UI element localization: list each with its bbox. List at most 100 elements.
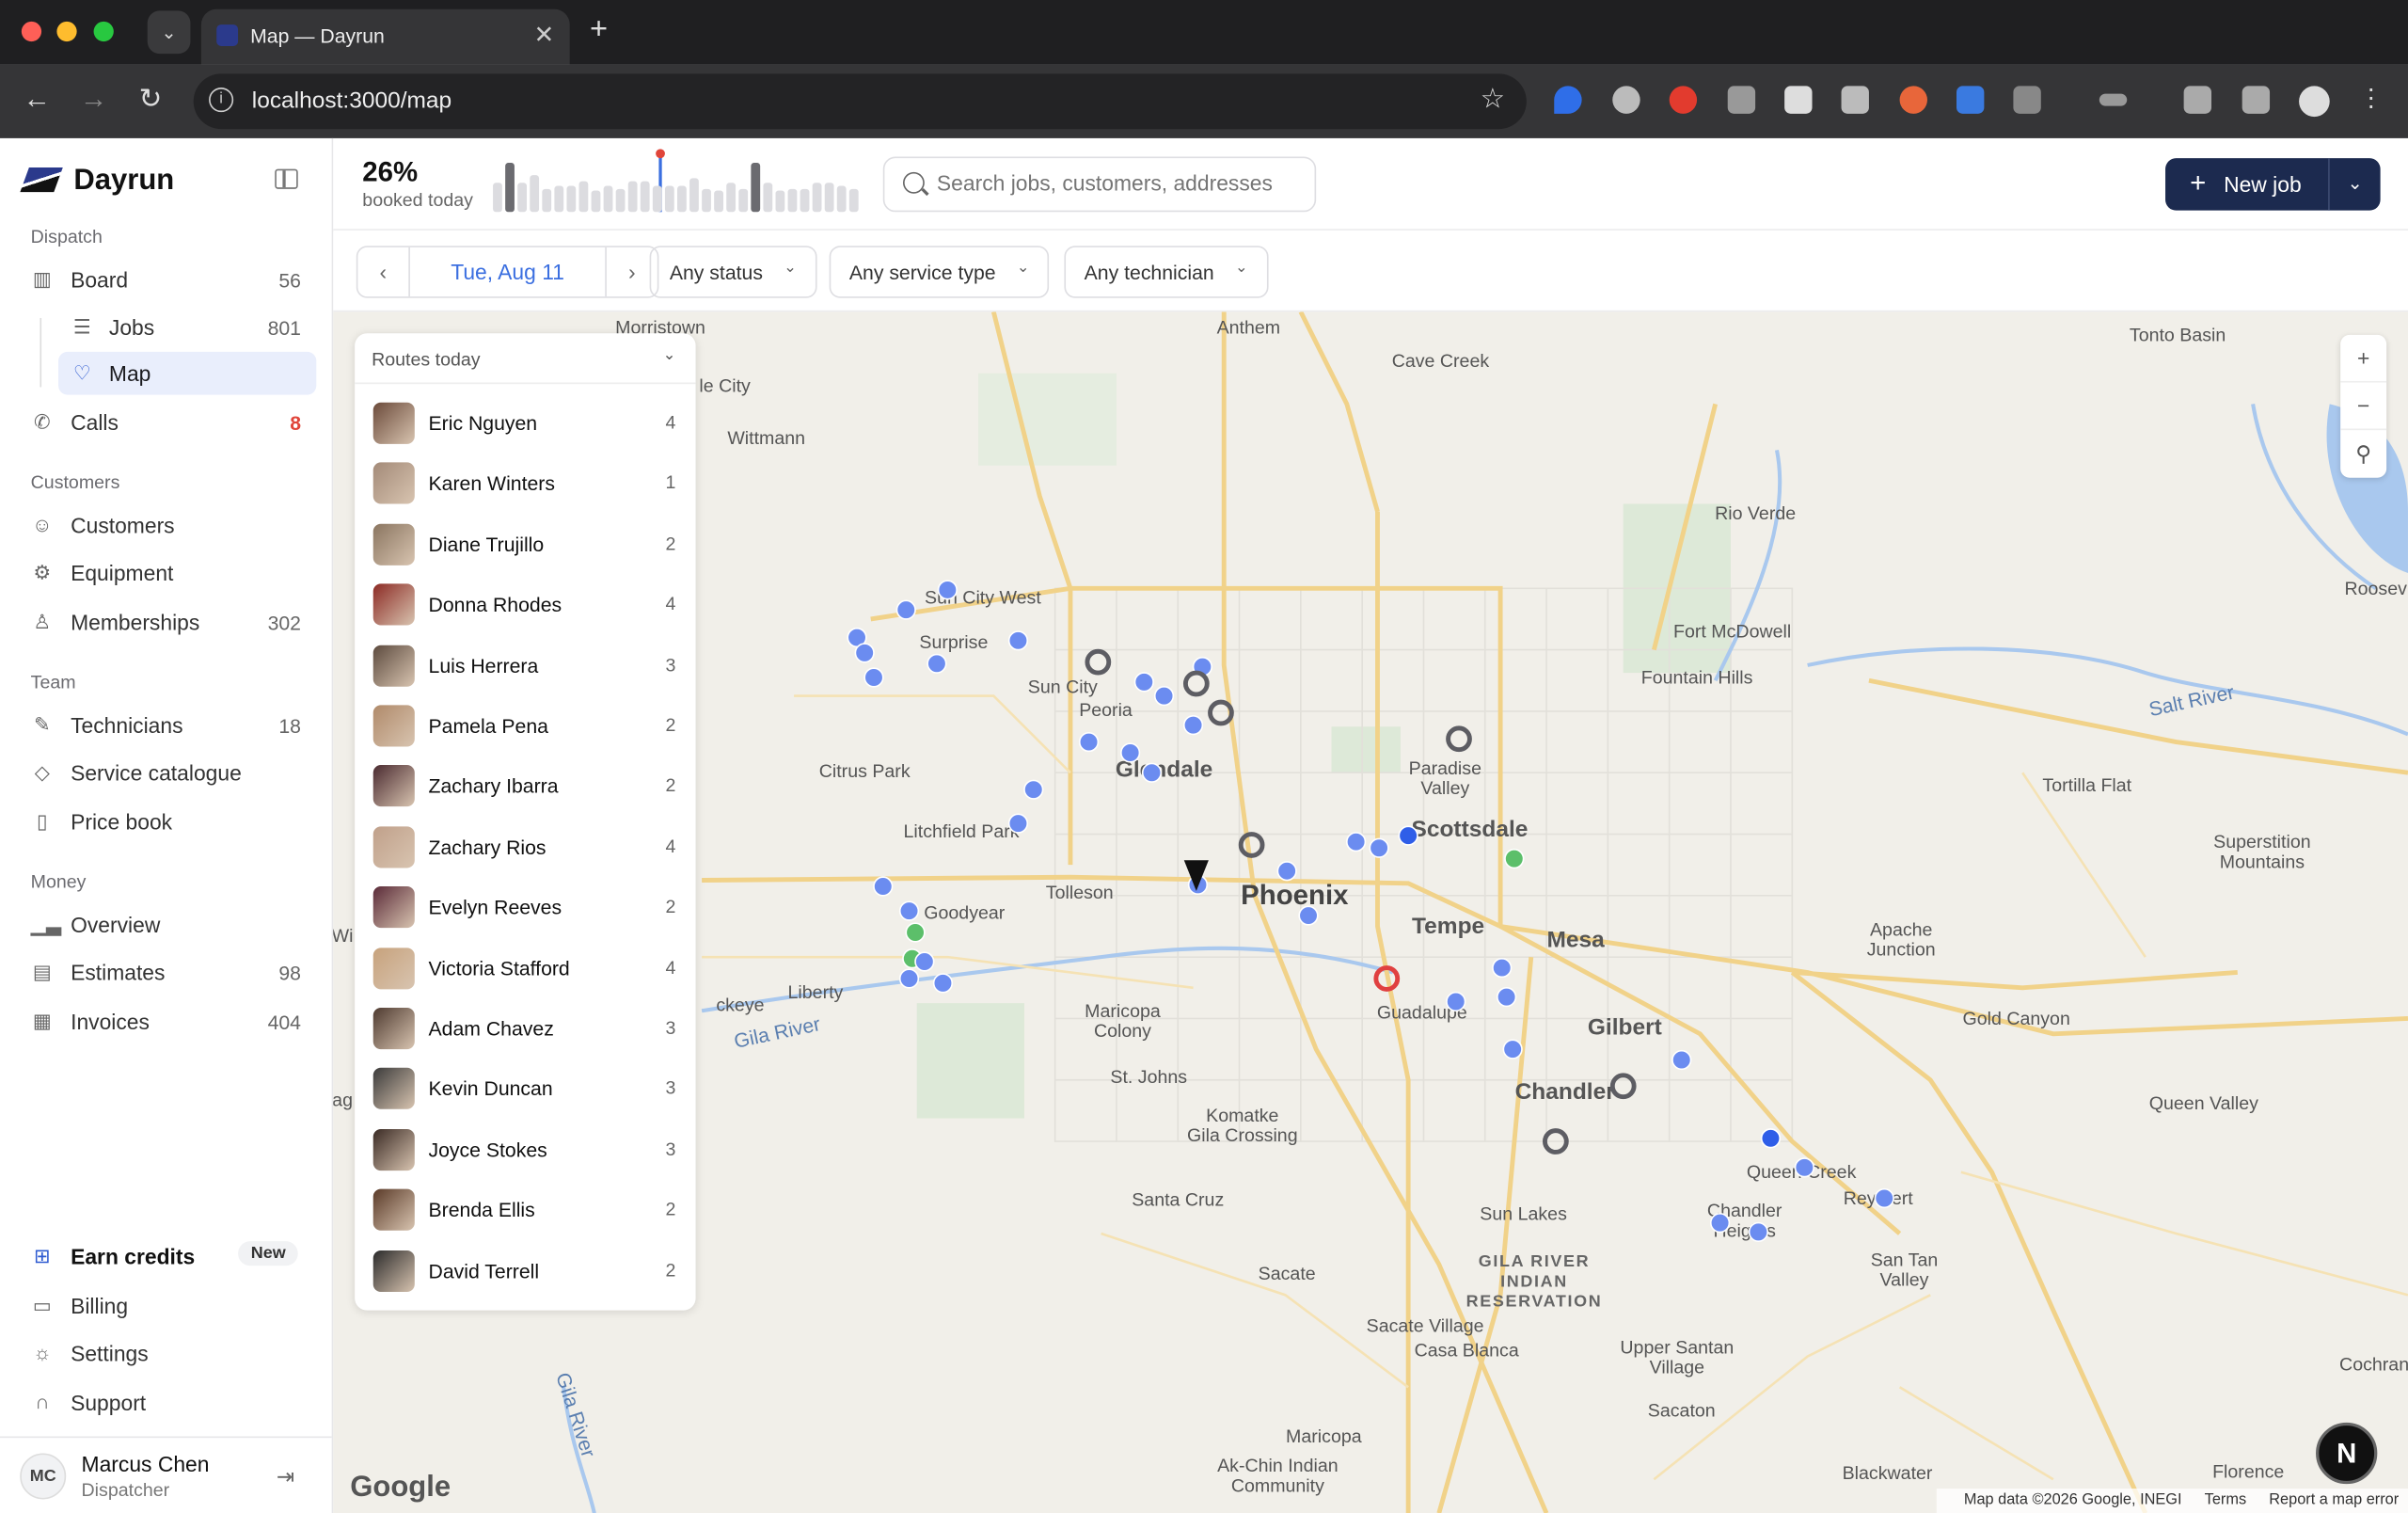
back-icon[interactable]: ← [19, 83, 55, 115]
new-job-button[interactable]: + New job [2165, 158, 2326, 211]
logout-icon[interactable]: ⇥ [277, 1464, 294, 1490]
technician-location-marker[interactable] [1182, 670, 1210, 697]
maximize-window-button[interactable] [93, 21, 114, 42]
job-marker[interactable] [1346, 832, 1367, 852]
route-row[interactable]: Joyce Stokes 3 [355, 1120, 695, 1180]
job-marker[interactable] [1182, 714, 1204, 736]
minimize-window-button[interactable] [56, 21, 77, 42]
sidebar-collapse-icon[interactable] [275, 168, 298, 189]
job-marker[interactable] [1276, 861, 1297, 882]
my-location-pin-icon[interactable]: ⚲ [2340, 430, 2386, 478]
selected-date[interactable]: Tue, Aug 11 [410, 260, 605, 284]
route-row[interactable]: Donna Rhodes 4 [355, 575, 695, 635]
extension-hand-icon[interactable] [1669, 86, 1698, 114]
browser-menu-icon[interactable]: ⋮ [2353, 83, 2389, 114]
route-row[interactable]: Karen Winters 1 [355, 454, 695, 514]
bookmark-star-icon[interactable]: ☆ [1481, 83, 1505, 115]
technician-location-marker[interactable] [1609, 1073, 1637, 1100]
job-marker[interactable] [1133, 672, 1154, 693]
route-row[interactable]: Diane Trujillo 2 [355, 515, 695, 575]
technician-filter[interactable]: Any technician ⌄ [1064, 246, 1268, 298]
sidebar-item-calls[interactable]: ✆ Calls 8 [22, 401, 316, 444]
job-marker[interactable] [854, 643, 875, 663]
job-marker[interactable] [898, 968, 920, 989]
job-marker[interactable] [914, 951, 935, 972]
sidebar-item-settings[interactable]: ☼ Settings [22, 1332, 316, 1376]
terms-link[interactable]: Terms [2205, 1491, 2246, 1508]
sidebar-item-memberships[interactable]: ♙ Memberships 302 [22, 600, 316, 644]
sidebar-item-service-catalogue[interactable]: ◇ Service catalogue [22, 751, 316, 794]
sidebar-item-support[interactable]: ∩ Support [22, 1381, 316, 1425]
zoom-in-button[interactable]: + [2340, 335, 2387, 383]
job-marker[interactable] [1794, 1157, 1814, 1178]
sidebar-item-earn-credits[interactable]: ⊞ Earn credits New [22, 1235, 316, 1279]
job-marker[interactable] [1446, 991, 1466, 1012]
job-marker[interactable] [1023, 779, 1044, 800]
sidebar-item-estimates[interactable]: ▤ Estimates 98 [22, 951, 316, 995]
technician-location-marker[interactable] [1085, 648, 1112, 676]
job-marker[interactable] [937, 580, 958, 600]
job-marker[interactable] [1007, 630, 1029, 651]
technician-location-marker[interactable] [1446, 725, 1472, 753]
sidebar-item-board[interactable]: ▥ Board 56 [22, 258, 316, 301]
job-marker[interactable] [1153, 685, 1175, 707]
job-marker[interactable] [1874, 1187, 1894, 1209]
profile-avatar-icon[interactable] [2299, 86, 2330, 118]
reload-icon[interactable]: ↻ [132, 83, 168, 115]
technician-location-marker[interactable] [1238, 832, 1265, 858]
download-icon[interactable] [2183, 86, 2212, 114]
job-marker[interactable] [1007, 813, 1029, 834]
media-control-icon[interactable] [2242, 86, 2271, 114]
new-job-menu-chevron-icon[interactable]: ⌄ [2328, 158, 2381, 211]
url-text[interactable]: localhost:3000/map [252, 88, 452, 114]
brand[interactable]: Dayrun [20, 165, 174, 199]
sidebar-item-customers[interactable]: ☺ Customers [22, 504, 316, 548]
extension-camera-icon[interactable] [1841, 86, 1869, 114]
route-row[interactable]: Evelyn Reeves 2 [355, 878, 695, 938]
technician-location-marker[interactable] [1542, 1128, 1569, 1155]
route-row[interactable]: Kevin Duncan 3 [355, 1059, 695, 1120]
extensions-puzzle-icon[interactable] [2013, 86, 2041, 114]
extension-cloud-icon[interactable] [1727, 86, 1756, 114]
search-input[interactable] [936, 170, 1306, 196]
routes-panel-header[interactable]: Routes today ⌄ [355, 333, 696, 385]
job-marker[interactable] [1298, 905, 1319, 926]
zoom-out-button[interactable]: − [2340, 383, 2387, 431]
prev-day-chevron-icon[interactable]: ‹ [357, 247, 410, 297]
close-window-button[interactable] [21, 21, 42, 42]
technician-location-marker[interactable] [1208, 699, 1234, 726]
password-key-icon[interactable] [2099, 93, 2128, 106]
alert-technician-marker[interactable] [1373, 965, 1401, 992]
sidebar-item-technicians[interactable]: ✎ Technicians 18 [22, 704, 316, 747]
completed-job-marker[interactable] [905, 922, 926, 943]
job-marker[interactable] [895, 599, 916, 620]
user-card[interactable]: MC Marcus Chen Dispatcher ⇥ [0, 1436, 332, 1513]
job-marker[interactable] [1748, 1221, 1768, 1242]
address-bar[interactable]: i localhost:3000/map ☆ [193, 73, 1527, 130]
help-avatar-button[interactable]: N [2316, 1422, 2378, 1485]
extension-spark-icon[interactable] [1899, 86, 1927, 114]
job-marker[interactable] [1120, 742, 1141, 763]
job-marker[interactable] [927, 653, 947, 674]
extension-screen-icon[interactable] [1956, 86, 1985, 114]
job-marker[interactable] [1078, 731, 1100, 753]
sidebar-item-equipment[interactable]: ⚙ Equipment [22, 551, 316, 595]
route-row[interactable]: Zachary Rios 4 [355, 817, 695, 877]
extension-diamond-icon[interactable] [1554, 86, 1582, 114]
job-marker[interactable] [1502, 1039, 1523, 1059]
job-marker[interactable] [1398, 825, 1418, 846]
job-marker[interactable] [898, 900, 920, 921]
report-map-error-link[interactable]: Report a map error [2269, 1491, 2399, 1508]
job-marker[interactable] [863, 667, 884, 688]
search-box[interactable] [882, 156, 1317, 213]
route-row[interactable]: Brenda Ellis 2 [355, 1180, 695, 1240]
job-marker[interactable] [1760, 1128, 1782, 1149]
route-row[interactable]: Eric Nguyen 4 [355, 393, 695, 454]
completed-job-marker[interactable] [1504, 849, 1525, 869]
route-row[interactable]: Adam Chavez 3 [355, 998, 695, 1059]
service-type-filter[interactable]: Any service type ⌄ [829, 246, 1050, 298]
job-marker[interactable] [1369, 837, 1389, 858]
extension-qr-icon[interactable] [1784, 86, 1813, 114]
route-row[interactable]: David Terrell 2 [355, 1241, 695, 1301]
job-marker[interactable] [1141, 762, 1163, 783]
